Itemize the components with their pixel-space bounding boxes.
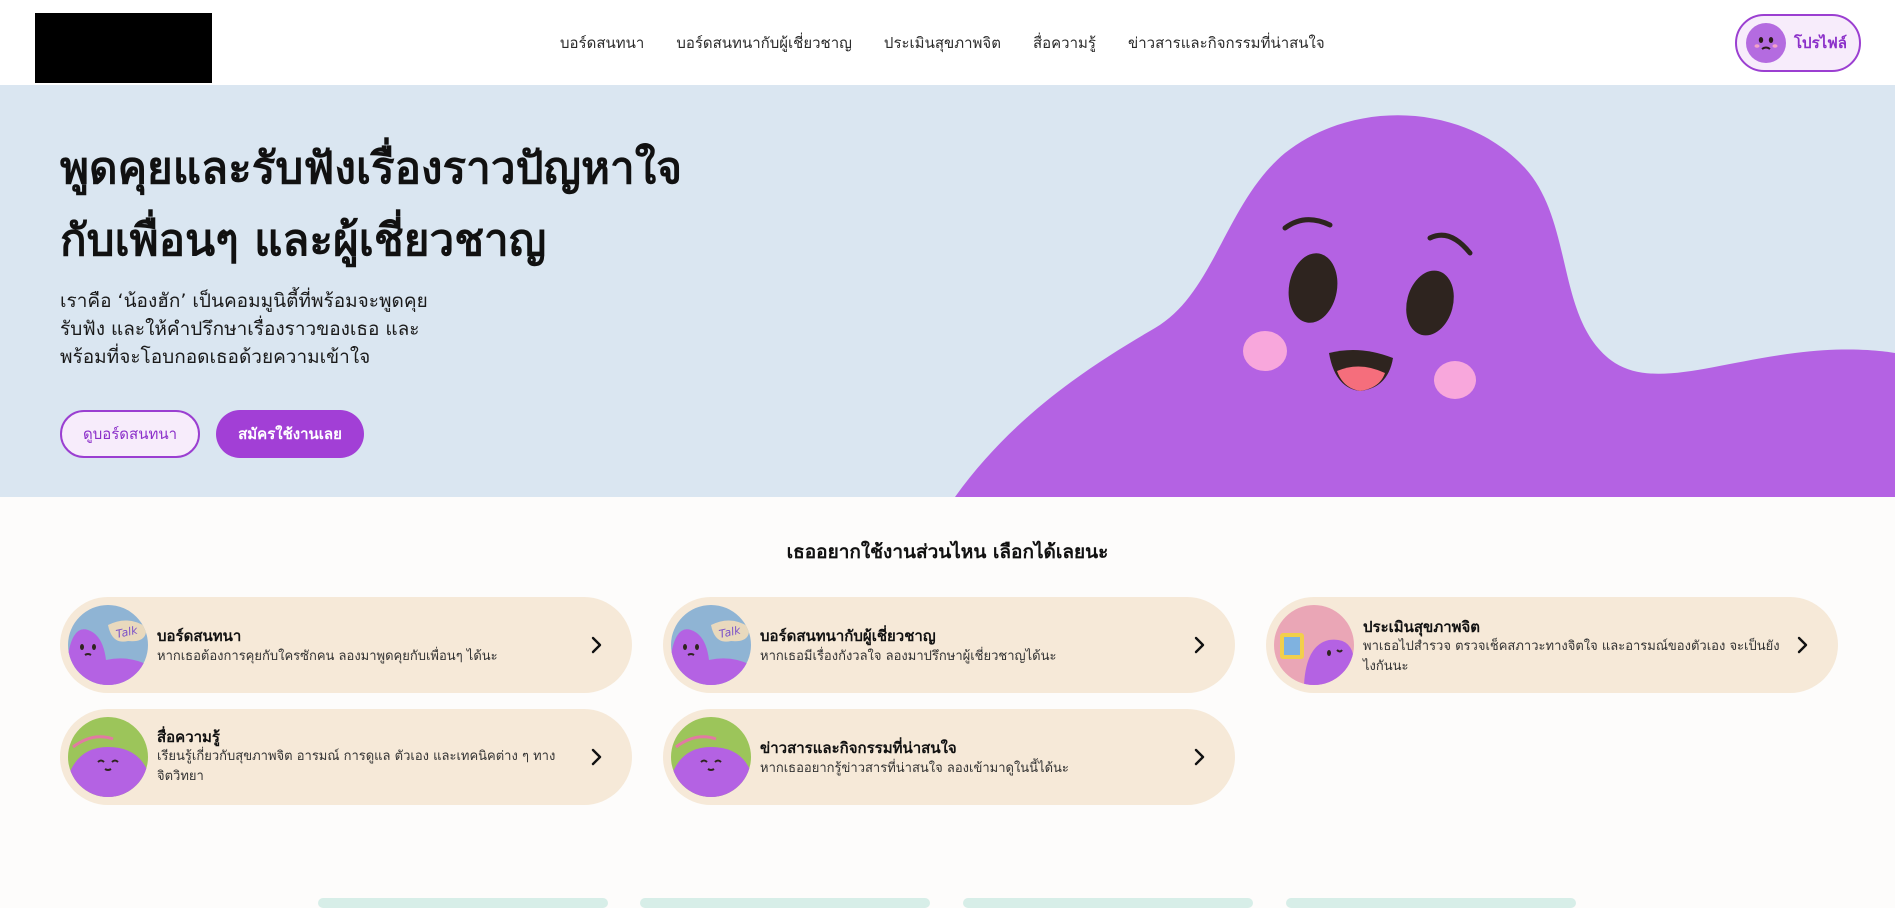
card-title: ข่าวสารและกิจกรรมที่น่าสนใจ: [760, 739, 957, 757]
hero-desc-line: พร้อมที่จะโอบกอดเธอด้วยความเข้าใจ: [60, 346, 371, 368]
header: บอร์ดสนทนา บอร์ดสนทนากับผู้เชี่ยวชาญ ประ…: [0, 0, 1895, 85]
card-knowledge-media[interactable]: สื่อความรู้ เรียนรู้เกี่ยวกับสุขภาพจิต อ…: [60, 709, 632, 805]
card-title: บอร์ดสนทนา: [157, 627, 242, 645]
logo[interactable]: [35, 13, 212, 83]
main-nav: บอร์ดสนทนา บอร์ดสนทนากับผู้เชี่ยวชาญ ประ…: [560, 0, 1360, 85]
next-section-card: [1286, 898, 1576, 908]
chevron-right-icon: [591, 748, 602, 766]
card-description: เรียนรู้เกี่ยวกับสุขภาพจิต อารมณ์ การดูแ…: [157, 747, 587, 787]
card-description: พาเธอไปสำรวจ ตรวจเช็คสภาวะทางจิตใจ และอา…: [1363, 637, 1793, 677]
hero-desc-line: รับฟัง และให้คำปรึกษาเรื่องราวของเธอ และ: [60, 318, 420, 340]
assessment-mascot-icon: [1274, 605, 1354, 685]
profile-label: โปรไฟล์: [1794, 34, 1847, 52]
section-title: เธออยากใช้งานส่วนไหน เลือกได้เลยนะ: [786, 541, 1109, 563]
media-mascot-icon: [68, 717, 148, 797]
card-title: ประเมินสุขภาพจิต: [1363, 618, 1481, 636]
card-title: บอร์ดสนทนากับผู้เชี่ยวชาญ: [760, 627, 936, 645]
mascot-blob-illustration: [955, 115, 1895, 497]
hero-title-line: พูดคุยและรับฟังเรื่องราวปัญหาใจ: [60, 143, 682, 194]
card-desc-line: ไงกันนะ: [1363, 659, 1409, 674]
media-mascot-icon: [671, 717, 751, 797]
profile-avatar-icon: [1746, 23, 1786, 63]
card-desc-line: พาเธอไปสำรวจ ตรวจเช็คสภาวะทางจิตใจ และอา…: [1363, 639, 1780, 654]
nav-item-expert-board[interactable]: บอร์ดสนทนากับผู้เชี่ยวชาญ: [676, 31, 852, 55]
card-description: หากเธออยากรู้ข่าวสารที่น่าสนใจ ลองเข้ามา…: [760, 759, 1190, 779]
signup-button[interactable]: สมัครใช้งานเลย: [216, 410, 364, 458]
hero-title-line: กับเพื่อนๆ และผู้เชี่ยวชาญ: [60, 215, 547, 266]
card-desc-line: เรียนรู้เกี่ยวกับสุขภาพจิต อารมณ์ การดูแ…: [157, 749, 556, 764]
chevron-right-icon: [1194, 636, 1205, 654]
nav-item-news-activities[interactable]: ข่าวสารและกิจกรรมที่น่าสนใจ: [1128, 31, 1325, 55]
view-board-button[interactable]: ดูบอร์ดสนทนา: [60, 410, 200, 458]
hero-title: พูดคุยและรับฟังเรื่องราวปัญหาใจ กับเพื่อ…: [60, 133, 780, 277]
card-desc-line: หากเธอมีเรื่องกังวลใจ ลองมาปรึกษาผู้เชี่…: [760, 649, 1057, 664]
chevron-right-icon: [591, 636, 602, 654]
card-news-activities[interactable]: ข่าวสารและกิจกรรมที่น่าสนใจ หากเธออยากรู…: [663, 709, 1235, 805]
nav-item-knowledge-media[interactable]: สื่อความรู้: [1033, 31, 1096, 55]
hero-section: พูดคุยและรับฟังเรื่องราวปัญหาใจ กับเพื่อ…: [0, 85, 1895, 497]
talk-mascot-icon: Talk: [68, 605, 148, 685]
card-desc-line: หากเธออยากรู้ข่าวสารที่น่าสนใจ ลองเข้ามา…: [760, 761, 1069, 776]
hero-desc-line: เราคือ ‘น้องฮัก’ เป็นคอมมูนิตี้ที่พร้อมจ…: [60, 290, 428, 312]
card-mental-assessment[interactable]: ประเมินสุขภาพจิต พาเธอไปสำรวจ ตรวจเช็คสภ…: [1266, 597, 1838, 693]
nav-item-mental-assessment[interactable]: ประเมินสุขภาพจิต: [884, 31, 1001, 55]
card-desc-line: หากเธอต้องการคุยกับใครซักคน ลองมาพูดคุยก…: [157, 649, 498, 664]
next-section-card: [318, 898, 608, 908]
next-section-card: [640, 898, 930, 908]
nav-item-discussion-board[interactable]: บอร์ดสนทนา: [560, 31, 644, 55]
hero-description: เราคือ ‘น้องฮัก’ เป็นคอมมูนิตี้ที่พร้อมจ…: [60, 287, 460, 371]
card-discussion-board[interactable]: Talk บอร์ดสนทนา หากเธอต้องการคุยกับใครซั…: [60, 597, 632, 693]
card-description: หากเธอมีเรื่องกังวลใจ ลองมาปรึกษาผู้เชี่…: [760, 647, 1190, 667]
card-expert-board[interactable]: Talk บอร์ดสนทนากับผู้เชี่ยวชาญ หากเธอมีเ…: [663, 597, 1235, 693]
chevron-right-icon: [1194, 748, 1205, 766]
card-description: หากเธอต้องการคุยกับใครซักคน ลองมาพูดคุยก…: [157, 647, 587, 667]
next-section-card: [963, 898, 1253, 908]
chevron-right-icon: [1797, 636, 1808, 654]
card-desc-line: จิตวิทยา: [157, 769, 204, 784]
profile-button[interactable]: โปรไฟล์: [1735, 14, 1861, 72]
card-title: สื่อความรู้: [157, 728, 220, 746]
talk-mascot-icon: Talk: [671, 605, 751, 685]
